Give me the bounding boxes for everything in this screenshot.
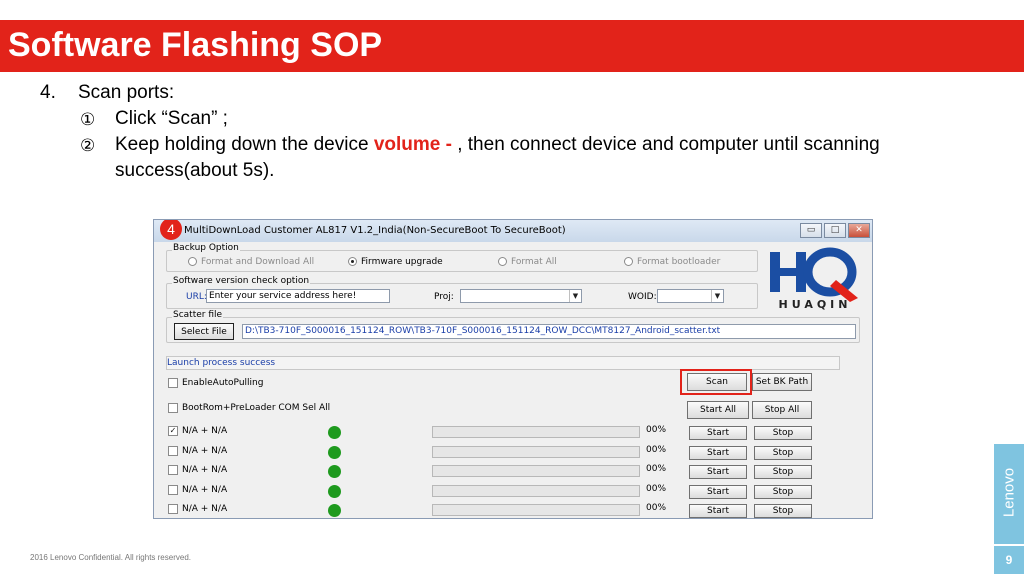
port-stop-button[interactable]: Stop	[754, 485, 812, 499]
sub2-emphasis: volume -	[373, 134, 458, 155]
proj-select[interactable]: ▼	[460, 289, 582, 303]
lenovo-logo-text: Lenovo	[1000, 467, 1018, 518]
port-stop-button[interactable]: Stop	[754, 446, 812, 460]
radio-label-firmware-upgrade: Firmware upgrade	[361, 257, 443, 267]
step-number: 4.	[40, 82, 56, 103]
port-start-button[interactable]: Start	[689, 504, 747, 518]
port-stop-button[interactable]: Stop	[754, 465, 812, 479]
chevron-down-icon: ▼	[711, 290, 723, 302]
select-file-button[interactable]: Select File	[174, 323, 234, 340]
proj-label: Proj:	[434, 292, 454, 302]
sub2-text-after: , then connect device and computer until…	[457, 134, 880, 155]
port-checkbox[interactable]	[168, 504, 178, 514]
step-badge: 4	[160, 220, 182, 240]
radio-label-format-all: Format All	[511, 257, 557, 267]
huaqin-logo: HUAQIN	[766, 246, 864, 312]
port-progress-text: 00%	[646, 484, 667, 494]
radio-label-format-bootloader: Format bootloader	[637, 257, 721, 267]
port-label: N/A + N/A	[182, 446, 228, 456]
sub2-marker: ②	[80, 136, 96, 156]
radio-label-format-download-all: Format and Download All	[201, 257, 315, 267]
port-checkbox[interactable]	[168, 465, 178, 475]
radio-format-all[interactable]	[498, 257, 507, 266]
port-checkbox[interactable]: ✓	[168, 426, 178, 436]
port-label: N/A + N/A	[182, 485, 228, 495]
slide-title-bar: Software Flashing SOP	[0, 20, 1024, 72]
radio-format-download-all[interactable]	[188, 257, 197, 266]
port-progress-text: 00%	[646, 425, 667, 435]
enable-auto-pulling-label: EnableAutoPulling	[182, 378, 264, 388]
port-label: N/A + N/A	[182, 465, 228, 475]
port-stop-button[interactable]: Stop	[754, 504, 812, 518]
lenovo-brand-tab: Lenovo	[994, 444, 1024, 544]
port-status-icon	[328, 426, 341, 439]
scatter-path-input[interactable]: D:\TB3-710F_S000016_151124_ROW\TB3-710F_…	[242, 324, 856, 339]
set-bk-path-button[interactable]: Set BK Path	[752, 373, 812, 391]
status-bar: Launch process success	[166, 356, 840, 370]
backup-option-label: Backup Option	[172, 243, 240, 253]
url-label: URL:	[186, 292, 207, 302]
close-button[interactable]: ✕	[848, 223, 870, 238]
top-margin	[0, 0, 1024, 20]
sub2-line2: success(about 5s).	[115, 160, 275, 181]
port-checkbox[interactable]	[168, 485, 178, 495]
window-title: MultiDownLoad Customer AL817 V1.2_India(…	[184, 225, 566, 236]
port-status-icon	[328, 465, 341, 478]
port-progress-bar	[432, 485, 640, 497]
footer-confidential: 2016 Lenovo Confidential. All rights res…	[30, 553, 191, 562]
minimize-button[interactable]: ▭	[800, 223, 822, 238]
port-progress-text: 00%	[646, 445, 667, 455]
port-progress-text: 00%	[646, 503, 667, 513]
port-start-button[interactable]: Start	[689, 465, 747, 479]
port-status-icon	[328, 446, 341, 459]
huaqin-logo-text: HUAQIN	[778, 298, 852, 311]
enable-auto-pulling-checkbox[interactable]	[168, 378, 178, 388]
version-check-label: Software version check option	[172, 276, 311, 286]
url-input[interactable]: Enter your service address here!	[206, 289, 390, 303]
port-progress-bar	[432, 465, 640, 477]
maximize-button[interactable]: □	[824, 223, 846, 238]
port-progress-bar	[432, 446, 640, 458]
port-label: N/A + N/A	[182, 426, 228, 436]
multidownload-window: MultiDownLoad Customer AL817 V1.2_India(…	[153, 219, 873, 519]
radio-format-bootloader[interactable]	[624, 257, 633, 266]
bootrom-select-all-label: BootRom+PreLoader COM Sel All	[182, 403, 331, 413]
chevron-down-icon: ▼	[569, 290, 581, 302]
port-progress-text: 00%	[646, 464, 667, 474]
port-stop-button[interactable]: Stop	[754, 426, 812, 440]
scatter-file-label: Scatter file	[172, 310, 224, 320]
sub1-marker: ①	[80, 110, 96, 130]
stop-all-button[interactable]: Stop All	[752, 401, 812, 419]
sub2-text-before: Keep holding down the device	[115, 134, 374, 155]
port-status-icon	[328, 485, 341, 498]
sub2-text: Keep holding down the device volume - , …	[115, 134, 880, 156]
port-label: N/A + N/A	[182, 504, 228, 514]
port-start-button[interactable]: Start	[689, 446, 747, 460]
step-title: Scan ports:	[78, 82, 175, 103]
page-number: 9	[994, 546, 1024, 574]
start-all-button[interactable]: Start All	[687, 401, 749, 419]
slide-title: Software Flashing SOP	[8, 26, 383, 64]
radio-firmware-upgrade[interactable]	[348, 257, 357, 266]
port-progress-bar	[432, 426, 640, 438]
sub1-text: Click “Scan” ;	[115, 108, 228, 129]
woid-select[interactable]: ▼	[657, 289, 724, 303]
port-start-button[interactable]: Start	[689, 426, 747, 440]
scan-button[interactable]: Scan	[687, 373, 747, 391]
status-text: Launch process success	[167, 358, 276, 368]
bootrom-select-all-checkbox[interactable]	[168, 403, 178, 413]
window-title-bar: MultiDownLoad Customer AL817 V1.2_India(…	[154, 220, 872, 242]
woid-label: WOID:	[628, 292, 657, 302]
port-progress-bar	[432, 504, 640, 516]
port-start-button[interactable]: Start	[689, 485, 747, 499]
port-checkbox[interactable]	[168, 446, 178, 456]
port-status-icon	[328, 504, 341, 517]
